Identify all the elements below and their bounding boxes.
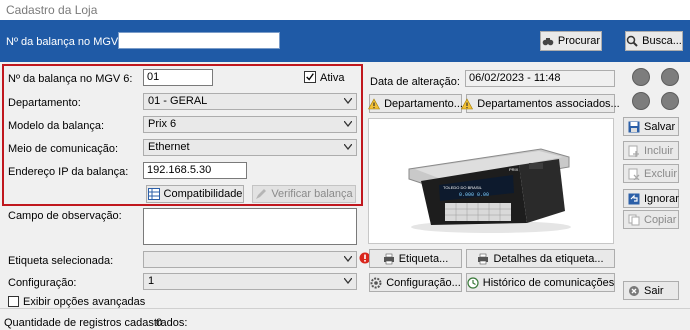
data-alteracao-label: Data de alteração: xyxy=(370,76,460,88)
chevron-down-icon xyxy=(344,278,352,284)
first-record-button[interactable] xyxy=(632,68,650,86)
window-title: Cadastro da Loja xyxy=(0,0,690,20)
copiar-button[interactable]: Copiar xyxy=(623,210,679,229)
checkmark-icon xyxy=(306,73,314,81)
registros-count: 0 xyxy=(156,317,163,329)
chevron-down-icon xyxy=(344,256,352,262)
excluir-label: Excluir xyxy=(644,167,678,180)
last-record-button[interactable] xyxy=(661,68,679,86)
scale-brand: PRIX xyxy=(509,167,519,172)
exit-icon xyxy=(629,285,639,296)
binoculars-icon xyxy=(542,38,554,46)
scale-image-panel: TOLEDO DO BRASIL 0.000 0.00 PRIX xyxy=(368,118,614,244)
mgv-field[interactable]: 01 xyxy=(143,69,213,86)
etiqueta-button[interactable]: Etiqueta... xyxy=(369,249,462,268)
config-label: Configuração: xyxy=(8,277,77,289)
compatibilidade-button[interactable]: Compatibilidade xyxy=(146,185,244,203)
previous-record-button[interactable] xyxy=(632,92,650,110)
compatibilidade-label: Compatibilidade xyxy=(163,188,243,200)
printer-icon xyxy=(478,253,489,264)
obs-label: Campo de observação: xyxy=(8,210,122,222)
modelo-value: Prix 6 xyxy=(148,118,177,130)
incluir-button[interactable]: Incluir xyxy=(623,141,679,160)
next-record-button[interactable] xyxy=(661,92,679,110)
modelo-label: Modelo da balança: xyxy=(8,120,105,132)
magnifier-icon xyxy=(626,35,638,47)
ip-field[interactable]: 192.168.5.30 xyxy=(143,162,247,179)
config-value: 1 xyxy=(148,275,155,287)
scale-display-line1: TOLEDO DO BRASIL xyxy=(443,185,483,190)
config-select[interactable]: 1 xyxy=(143,273,357,290)
excluir-button[interactable]: Excluir xyxy=(623,164,679,183)
add-document-icon xyxy=(628,145,639,157)
printer-icon xyxy=(383,253,394,264)
departamento-button[interactable]: Departamento... xyxy=(368,94,463,113)
etiqueta-label: Etiqueta selecionada: xyxy=(8,255,114,267)
save-icon xyxy=(628,121,640,132)
delete-document-icon xyxy=(628,168,640,180)
sair-button[interactable]: Sair xyxy=(623,281,679,300)
etiqueta-btn-label: Etiqueta... xyxy=(398,252,449,265)
scale-image: TOLEDO DO BRASIL 0.000 0.00 PRIX xyxy=(408,148,571,233)
meio-select[interactable]: Ethernet xyxy=(143,139,357,156)
historico-button[interactable]: Histórico de comunicações xyxy=(466,273,615,292)
procurar-button[interactable]: Procurar xyxy=(540,31,602,51)
undo-icon xyxy=(628,193,640,204)
clock-icon xyxy=(467,276,479,289)
pencil-icon xyxy=(256,189,267,199)
configuracao-button[interactable]: Configuração... xyxy=(369,273,462,292)
ativa-label: Ativa xyxy=(320,72,345,84)
meio-label: Meio de comunicação: xyxy=(8,143,119,155)
chevron-down-icon xyxy=(344,98,352,104)
ativa-checkbox[interactable] xyxy=(304,71,316,83)
chevron-down-icon xyxy=(344,144,352,150)
departamento-value: 01 - GERAL xyxy=(148,95,208,107)
historico-label: Histórico de comunicações xyxy=(482,276,615,289)
copiar-label: Copiar xyxy=(644,213,677,226)
search-band: Nº da balança no MGV 6: Procurar Busca..… xyxy=(0,20,690,62)
avancadas-checkbox[interactable] xyxy=(8,296,19,307)
departamento-label: Departamento: xyxy=(8,97,81,109)
gear-icon xyxy=(370,277,382,288)
detalhes-etiqueta-button[interactable]: Detalhes da etiqueta... xyxy=(466,249,615,268)
busca-label: Busca... xyxy=(642,35,682,47)
busca-button[interactable]: Busca... xyxy=(625,31,683,51)
deptos-associados-button[interactable]: Departamentos associados... xyxy=(461,94,620,113)
ignorar-label: Ignorar xyxy=(644,192,679,205)
copy-icon xyxy=(628,214,640,225)
departamento-btn-label: Departamento... xyxy=(384,97,463,110)
etiqueta-select[interactable] xyxy=(143,251,357,268)
grid-icon xyxy=(147,188,160,200)
salvar-label: Salvar xyxy=(644,120,676,133)
ip-label: Endereço IP da balança: xyxy=(8,166,129,178)
chevron-down-icon xyxy=(344,121,352,127)
detalhes-etiqueta-label: Detalhes da etiqueta... xyxy=(493,252,604,265)
avancadas-label: Exibir opções avançadas xyxy=(23,296,146,308)
search-input[interactable] xyxy=(118,32,280,49)
sair-label: Sair xyxy=(644,284,664,297)
configuracao-btn-label: Configuração... xyxy=(386,276,461,289)
deptos-associados-label: Departamentos associados... xyxy=(477,97,620,110)
ignorar-button[interactable]: Ignorar xyxy=(623,189,679,208)
incluir-label: Incluir xyxy=(644,144,674,157)
warning-triangle-icon xyxy=(368,97,381,109)
departamento-select[interactable]: 01 - GERAL xyxy=(143,93,357,110)
status-bar: Quantidade de registros cadastrados: 0 xyxy=(0,308,690,330)
search-label: Nº da balança no MGV 6: xyxy=(6,36,131,48)
salvar-button[interactable]: Salvar xyxy=(623,117,679,136)
verificar-balanca-label: Verificar balança xyxy=(271,188,353,200)
modelo-select[interactable]: Prix 6 xyxy=(143,116,357,133)
scale-display-line2: 0.000 0.00 xyxy=(459,192,489,198)
verificar-balanca-button[interactable]: Verificar balança xyxy=(252,185,356,203)
meio-value: Ethernet xyxy=(148,141,190,153)
warning-triangle-icon xyxy=(461,97,474,109)
mgv-label: Nº da balança no MGV 6: xyxy=(8,73,133,85)
obs-textarea[interactable] xyxy=(143,208,357,245)
data-alteracao-field: 06/02/2023 - 11:48 xyxy=(465,70,615,87)
procurar-label: Procurar xyxy=(557,35,601,47)
